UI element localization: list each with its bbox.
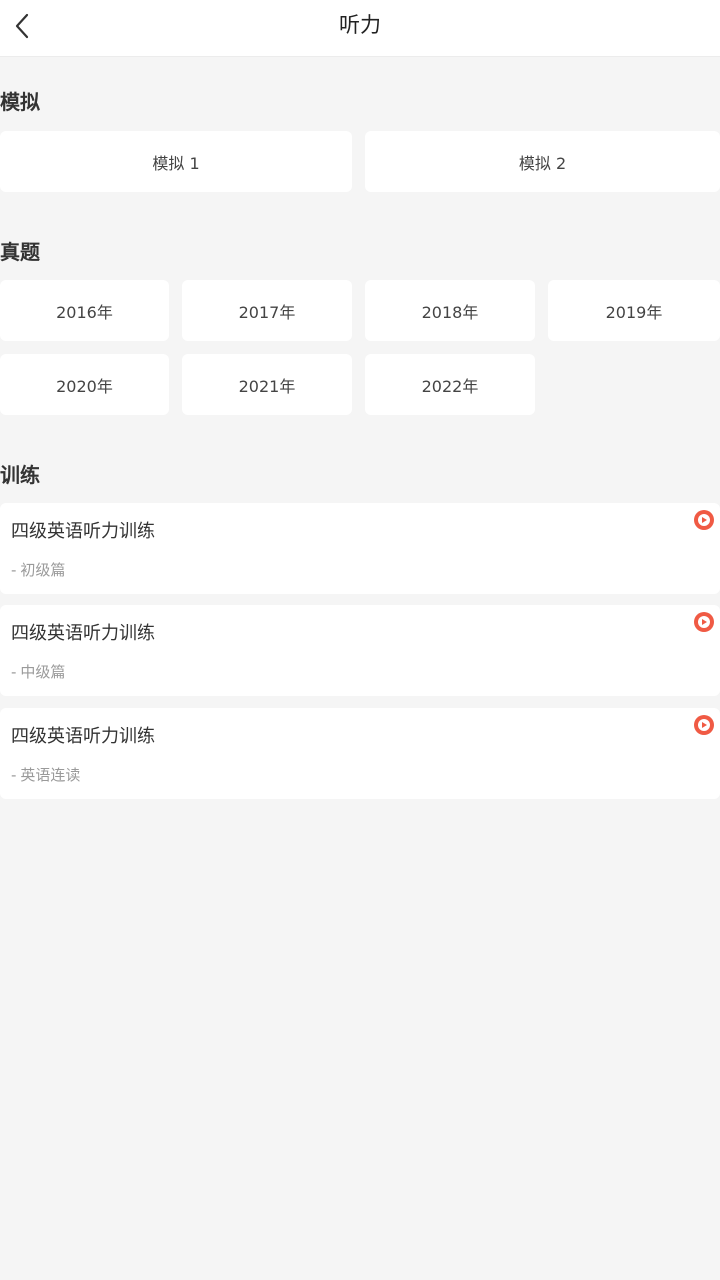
section-title-training: 训练 [0, 463, 40, 487]
training-card[interactable]: 四级英语听力训练 - 初级篇 [0, 503, 720, 594]
year-tile[interactable]: 2016年 [0, 280, 169, 341]
page-title: 听力 [339, 13, 381, 37]
mock-tile[interactable]: 模拟 1 [0, 131, 352, 192]
top-bar: 听力 [0, 0, 720, 57]
year-tile[interactable]: 2018年 [365, 280, 535, 341]
play-circle-icon[interactable] [694, 510, 714, 530]
year-tile[interactable]: 2022年 [365, 354, 535, 415]
training-card-title: 四级英语听力训练 [11, 623, 155, 644]
training-card[interactable]: 四级英语听力训练 - 中级篇 [0, 605, 720, 696]
training-card-subtitle: - 英语连读 [11, 766, 81, 784]
section-title-past-papers: 真题 [0, 240, 40, 264]
training-card-title: 四级英语听力训练 [11, 521, 155, 542]
training-card-subtitle: - 中级篇 [11, 663, 66, 681]
year-tile[interactable]: 2017年 [182, 280, 352, 341]
mock-tile[interactable]: 模拟 2 [365, 131, 720, 192]
training-card[interactable]: 四级英语听力训练 - 英语连读 [0, 708, 720, 799]
year-tile[interactable]: 2020年 [0, 354, 169, 415]
training-card-subtitle: - 初级篇 [11, 561, 66, 579]
play-circle-icon[interactable] [694, 715, 714, 735]
play-circle-icon[interactable] [694, 612, 714, 632]
year-tile[interactable]: 2021年 [182, 354, 352, 415]
section-title-mock: 模拟 [0, 90, 40, 114]
year-tile[interactable]: 2019年 [548, 280, 720, 341]
training-card-title: 四级英语听力训练 [11, 726, 155, 747]
